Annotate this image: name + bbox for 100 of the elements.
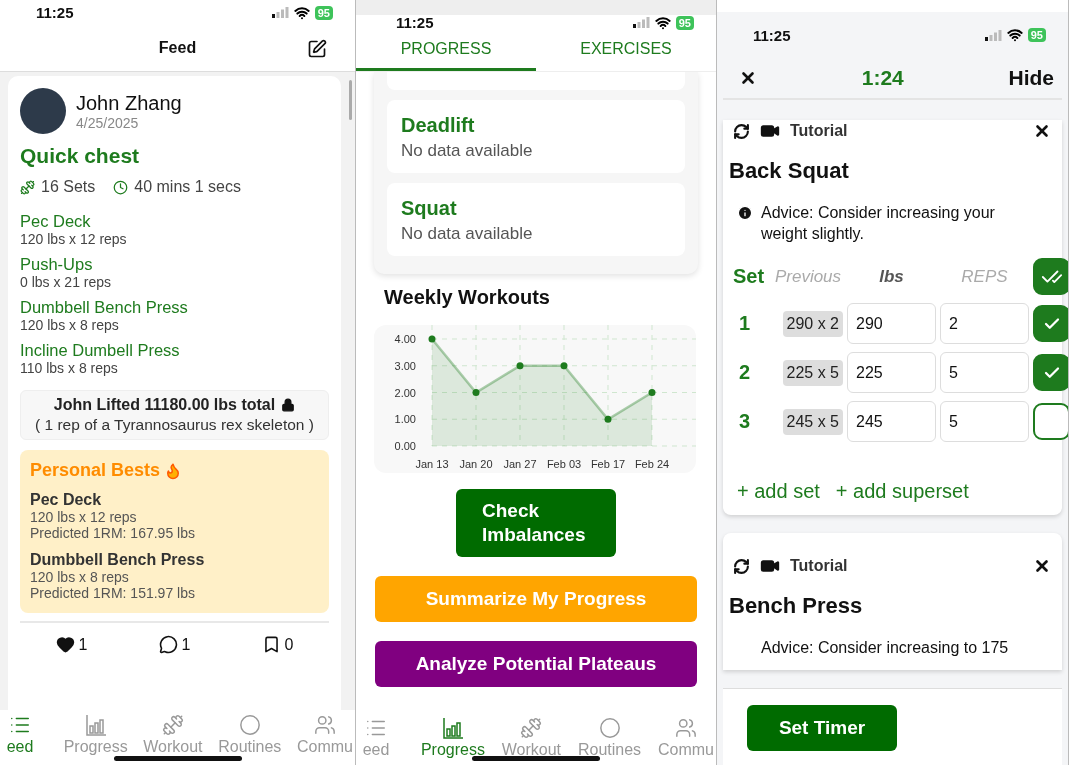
author-name: John Zhang	[76, 91, 182, 115]
set-done-checkbox[interactable]	[1033, 354, 1068, 391]
data-point	[648, 389, 656, 396]
add-superset-link[interactable]: + add superset	[835, 480, 969, 503]
top-tab[interactable]: EXERCISES	[536, 30, 716, 71]
exercise-name[interactable]: Pec Deck	[20, 212, 329, 231]
weight-field[interactable]: 245	[847, 401, 936, 442]
exercise-name[interactable]: Dumbbell Bench Press	[20, 298, 329, 317]
compose-icon[interactable]	[307, 39, 327, 59]
advice-text: Advice: Consider increasing to 175	[760, 638, 1009, 658]
action-button[interactable]: Check Imbalances	[456, 489, 616, 557]
best-exercise-name: Pec Deck	[30, 491, 103, 509]
close-icon[interactable]	[739, 69, 757, 87]
tab-bar-item[interactable]: eed	[6, 738, 34, 756]
weight-field[interactable]: 290	[847, 303, 936, 344]
swap-icon[interactable]	[733, 122, 750, 140]
set-done-checkbox[interactable]	[1033, 305, 1068, 342]
complete-all-checkbox[interactable]	[1033, 258, 1068, 295]
y-axis-label: 1.00	[394, 413, 416, 426]
data-point	[560, 362, 568, 370]
column-header: Set	[733, 265, 766, 288]
bar-chart-icon[interactable]	[441, 717, 464, 739]
exercise-name[interactable]: Push-Ups	[20, 255, 329, 274]
exercise-detail: 0 lbs x 21 reps	[20, 274, 113, 290]
predicted-1rm: Predicted 1RM: 167.95 lbs	[30, 525, 196, 541]
set-timer-button[interactable]: Set Timer	[747, 705, 897, 751]
tab-bar-item[interactable]: Routines	[218, 738, 282, 756]
exercise-name: Squat	[401, 197, 458, 220]
best-detail: 120 lbs x 8 reps	[30, 569, 130, 585]
dumbbell-icon	[20, 179, 35, 195]
exercise-title: Back Squat	[729, 158, 850, 184]
bar-chart-icon[interactable]	[84, 714, 107, 736]
tab-bar-item[interactable]: Routines	[577, 741, 642, 759]
personal-bests-title: Personal Bests	[30, 460, 161, 481]
section-title: Weekly Workouts	[384, 286, 551, 309]
x-axis-label: Jan 13	[415, 458, 449, 470]
previous-value: 290 x 2	[782, 310, 843, 337]
set-done-checkbox[interactable]	[1033, 403, 1068, 440]
data-point	[472, 389, 480, 396]
y-axis-label: 2.00	[394, 386, 416, 399]
post-date: 4/25/2025	[76, 114, 140, 131]
set-number: 3	[738, 410, 752, 433]
close-icon[interactable]	[1033, 557, 1051, 575]
tutorial-link[interactable]: Tutorial	[790, 122, 848, 140]
add-set-link[interactable]: + add set	[737, 480, 820, 503]
tutorial-link[interactable]: Tutorial	[790, 557, 848, 575]
total-weight: John Lifted 11180.00 lbs total	[53, 396, 276, 414]
tab-bar-item[interactable]: Workout	[143, 738, 203, 756]
reps-field[interactable]: 2	[940, 303, 1029, 344]
wifi-icon	[654, 14, 671, 31]
dumbbell-icon[interactable]	[161, 714, 184, 736]
column-header: REPS	[960, 266, 1009, 287]
rest-timer: 1:24	[861, 66, 904, 90]
sets-count: 16 Sets	[41, 178, 96, 196]
info-icon	[737, 205, 753, 221]
tab-bar-item[interactable]: eed	[362, 741, 390, 759]
reps-field[interactable]: 5	[940, 352, 1029, 393]
users-icon[interactable]	[674, 717, 697, 739]
exercise-note: No data available	[401, 141, 534, 161]
tab-bar-item[interactable]: Commu	[296, 738, 353, 756]
weight-field[interactable]: 225	[847, 352, 936, 393]
scrollbar	[349, 80, 352, 120]
close-icon[interactable]	[1033, 122, 1051, 140]
tab-bar-item[interactable]: Workout	[501, 741, 562, 759]
status-time: 11:25	[753, 26, 791, 44]
heart-icon[interactable]	[55, 635, 75, 654]
previous-value: 225 x 5	[782, 359, 843, 386]
action-count: 1	[78, 635, 88, 654]
workout-title: Quick chest	[20, 144, 141, 168]
column-header: Previous	[773, 266, 843, 287]
signal-icon	[984, 29, 1002, 41]
column-header: lbs	[878, 266, 905, 287]
swap-icon[interactable]	[733, 557, 750, 575]
battery-indicator: 95	[1027, 28, 1046, 42]
wifi-icon	[293, 4, 310, 21]
users-icon[interactable]	[313, 714, 336, 736]
y-axis-label: 0.00	[394, 440, 416, 452]
y-axis-label: 4.00	[394, 333, 416, 345]
hide-button[interactable]: Hide	[1008, 66, 1054, 90]
circle-icon[interactable]	[598, 717, 621, 739]
data-point	[428, 335, 436, 343]
exercise-note: No data available	[401, 224, 534, 244]
avatar-placeholder	[20, 88, 66, 134]
action-button[interactable]: Analyze Potential Plateaus	[375, 641, 697, 687]
exercise-title: Bench Press	[729, 593, 864, 619]
best-exercise-name: Dumbbell Bench Press	[30, 551, 206, 569]
tab-bar-item[interactable]: Commu	[657, 741, 714, 759]
action-count: 1	[181, 635, 191, 654]
dumbbell-icon[interactable]	[520, 717, 543, 739]
advice-text: Advice: Consider increasing your weight slightly.	[761, 203, 996, 244]
status-time: 11:25	[396, 14, 434, 31]
reps-field[interactable]: 5	[940, 401, 1029, 442]
set-number: 1	[738, 312, 752, 335]
circle-icon[interactable]	[238, 714, 261, 736]
tab-bar-item[interactable]: Progress	[63, 738, 128, 756]
exercise-name[interactable]: Incline Dumbell Press	[20, 341, 329, 360]
x-axis-label: Feb 24	[634, 458, 670, 470]
tab-bar-item[interactable]: Progress	[420, 741, 485, 759]
comment-icon[interactable]	[158, 635, 178, 654]
x-axis-label: Feb 03	[546, 458, 582, 470]
